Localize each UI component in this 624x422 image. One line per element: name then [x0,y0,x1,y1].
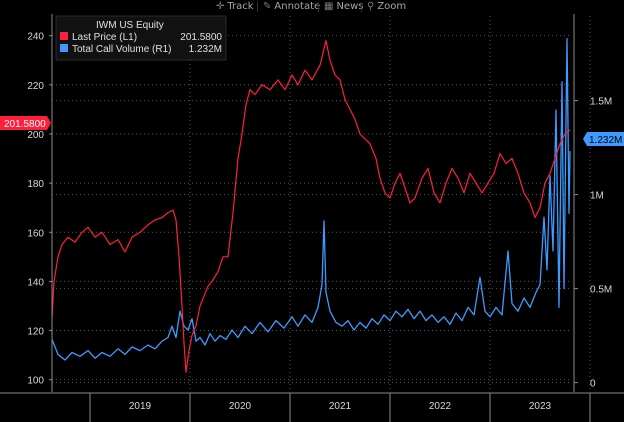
legend-swatch-price [60,32,68,40]
last-price-flag: 201.5800 [0,116,51,130]
grid-lines [52,16,591,392]
price-volume-chart[interactable]: 100 120 140 160 180 200 220 240 0 0.5M 1M 1.5M 201… [0,14,624,422]
legend-label-price: Last Price (L1) [72,32,137,43]
last-volume-flag: 1.232M [583,132,624,146]
crosshair-icon: ✛ [216,1,225,12]
right-tick-label: 1M [590,191,604,202]
left-axis-ticks: 100 120 140 160 180 200 220 240 [27,32,52,387]
left-tick-label: 200 [27,130,44,141]
toolbar-divider [361,2,362,12]
x-tick-label: 2020 [229,401,252,412]
last-price-series [51,40,571,373]
news-button[interactable]: ▦ News [324,1,363,12]
legend-value-volume: 1.232M [189,44,222,55]
right-tick-label: 1.5M [590,97,612,108]
call-volume-line [51,37,571,361]
x-tick-label: 2019 [129,401,152,412]
left-tick-label: 120 [27,327,44,338]
magnifier-icon: ⚲ [367,1,375,12]
track-button[interactable]: ✛ Track [216,1,254,12]
x-axis-ticks: 2019 2020 2021 2022 2023 [89,393,591,422]
toolbar-divider [318,2,319,12]
left-tick-label: 180 [27,179,44,190]
left-tick-label: 220 [27,81,44,92]
x-tick-label: 2022 [429,401,452,412]
last-price-flag-text: 201.5800 [4,119,46,130]
legend-swatch-volume [60,44,68,52]
annotate-label: Annotate [274,1,321,12]
right-tick-label: 0.5M [590,285,612,296]
news-icon: ▦ [324,1,334,12]
x-tick-label: 2023 [529,401,552,412]
right-tick-label: 0 [590,379,596,390]
chart-toolbar: ✛ Track ✎ Annotate ▦ News ⚲ Zoom [0,0,624,14]
legend-value-price: 201.5800 [180,32,222,43]
left-tick-label: 240 [27,32,44,43]
legend: IWM US Equity Last Price (L1) 201.5800 T… [55,15,227,61]
left-tick-label: 140 [27,277,44,288]
left-tick-label: 160 [27,228,44,239]
zoom-label: Zoom [377,1,407,12]
last-price-line [51,40,571,373]
pencil-icon: ✎ [263,1,272,12]
legend-label-volume: Total Call Volume (R1) [72,44,171,55]
x-tick-label: 2021 [329,401,352,412]
left-tick-label: 100 [27,376,44,387]
toolbar-divider [257,2,258,12]
legend-title: IWM US Equity [96,20,164,31]
zoom-button[interactable]: ⚲ Zoom [367,1,406,12]
annotate-button[interactable]: ✎ Annotate [263,1,320,12]
call-volume-series [51,37,571,361]
track-label: Track [227,1,254,12]
news-label: News [336,1,364,12]
last-volume-flag-text: 1.232M [589,135,622,146]
